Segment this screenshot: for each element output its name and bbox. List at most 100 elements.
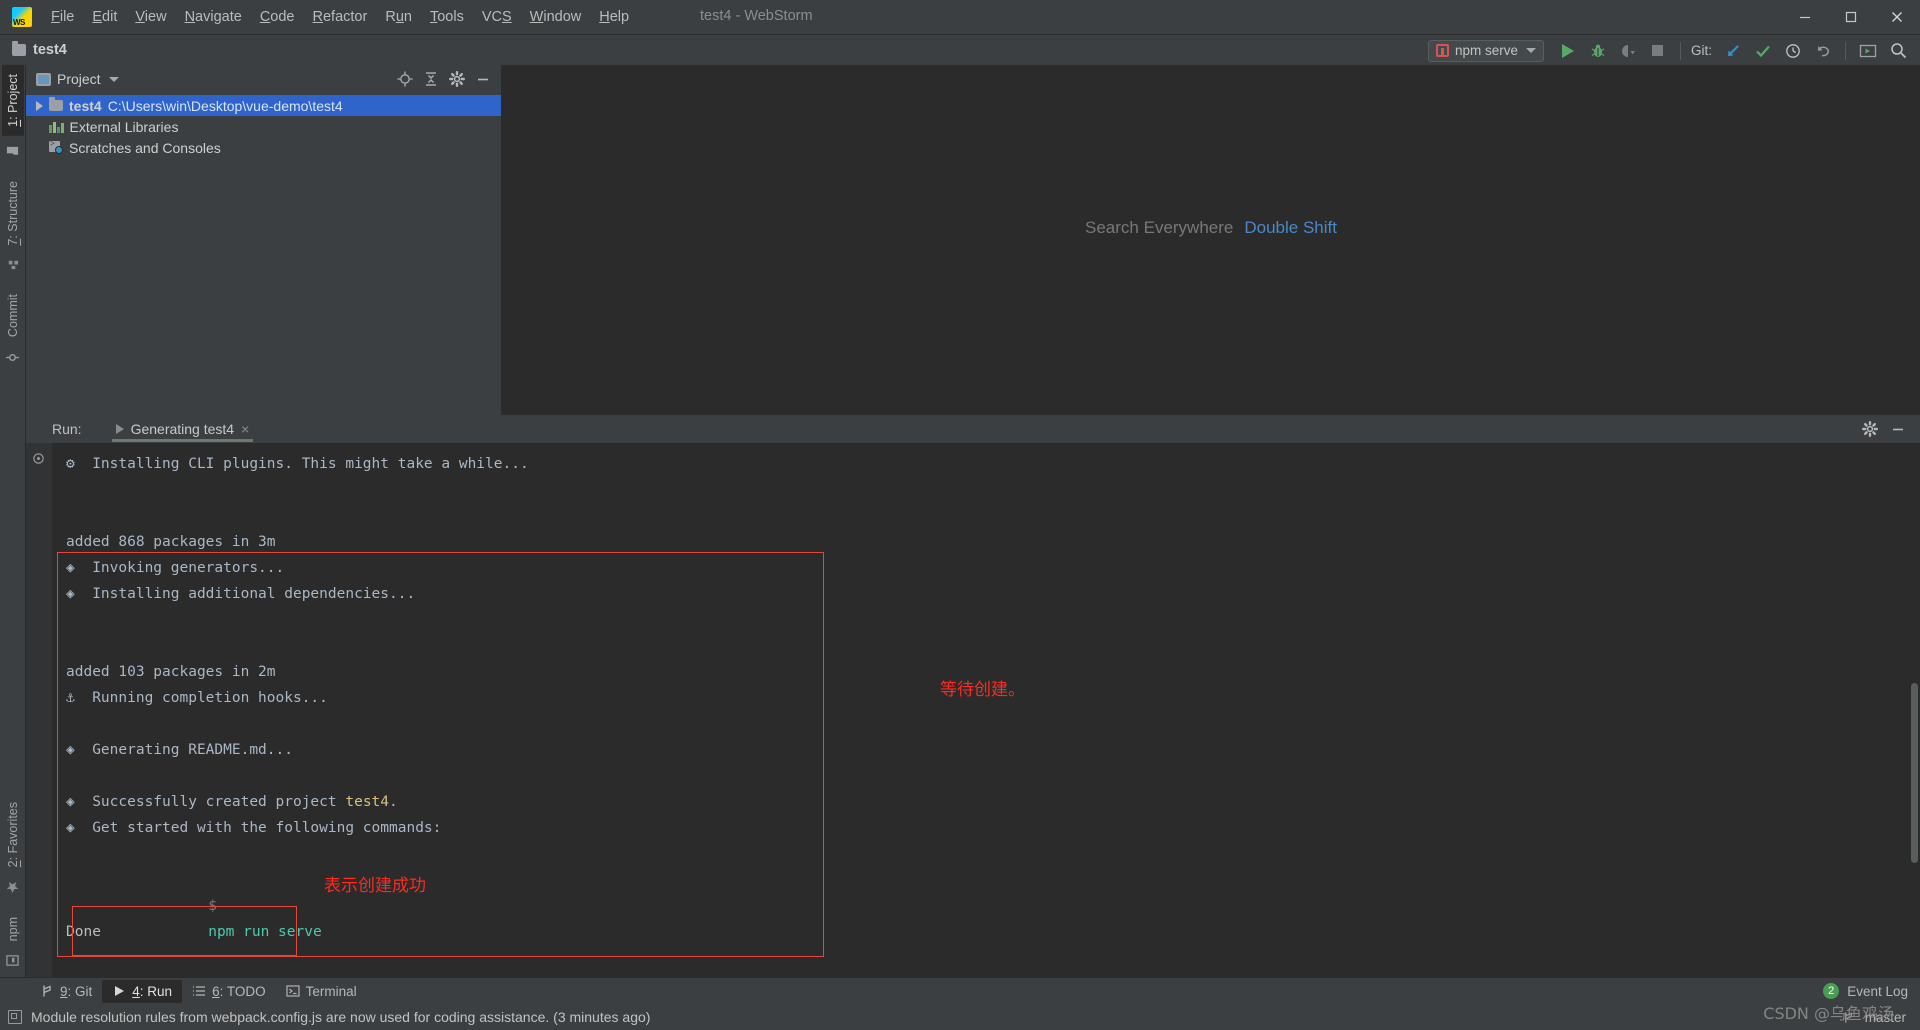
console-success-project: test4 [345,794,390,810]
maximize-button[interactable] [1828,0,1874,34]
toolbar-divider [1679,41,1681,60]
sidebar-item-project[interactable]: 1: Project [1,65,24,136]
sidebar-item-structure[interactable]: 7: Structure [2,172,24,255]
sidebar-item-favorites[interactable]: 2: Favorites [2,793,24,876]
search-everywhere-hint-text: Search Everywhere [1085,218,1234,237]
tool-button-run[interactable]: 4: Run [102,979,183,1003]
project-panel-header: Project [26,65,501,93]
run-configuration-selector[interactable]: npm serve [1427,39,1544,62]
menu-item-window[interactable]: Window [521,6,591,28]
console-line: ◈ Invoking generators... [66,560,285,576]
window-controls [1782,0,1920,34]
menu-item-edit[interactable]: Edit [83,6,126,28]
chevron-down-icon[interactable] [108,76,119,82]
scratches-icon [49,139,63,154]
run-hide-button[interactable] [1886,418,1910,440]
sidebar-item-commit[interactable]: Commit [2,285,24,346]
event-log-area[interactable]: 2 Event Log [1823,983,1920,999]
event-log-badge: 2 [1823,983,1840,999]
search-everywhere-button[interactable] [1884,38,1912,64]
tree-item-external-libraries-label: External Libraries [69,118,179,135]
star-icon [6,881,19,893]
git-update-button[interactable] [1719,38,1747,64]
chevron-down-icon [1525,48,1536,53]
menu-item-navigate[interactable]: Navigate [176,6,251,28]
console-line: ◈ Installing additional dependencies... [66,586,416,602]
collapse-all-button[interactable] [419,68,443,90]
sidebar-item-favorites-label: 2: Favorites [5,802,20,868]
git-commit-button[interactable] [1749,38,1777,64]
menu-item-view[interactable]: View [126,6,175,28]
tool-button-todo[interactable]: 6: TODO [182,980,276,1003]
git-branch-label[interactable]: master [1865,1010,1906,1025]
close-button[interactable] [1874,0,1920,34]
console-gutter [26,443,52,977]
chevron-right-icon[interactable] [36,100,43,111]
menu-item-run[interactable]: Run [376,6,421,28]
project-tool-window: Project test4 C:\Users\win\Desktop\vue-d… [26,65,501,415]
console-line: ⚙ Installing CLI plugins. This might tak… [66,456,529,472]
undo-icon [1817,45,1829,56]
console-prompt: $ [208,898,217,914]
git-label: Git: [1690,43,1712,58]
console-command: npm run serve [208,924,322,940]
run-window-label: Run: [52,421,82,437]
breadcrumb[interactable]: test4 [33,42,67,58]
menu-item-refactor[interactable]: Refactor [304,6,377,28]
select-opened-file-button[interactable] [393,68,417,90]
run-button[interactable] [1554,38,1582,64]
hide-panel-button[interactable] [471,68,495,90]
console-output[interactable]: ⚙ Installing CLI plugins. This might tak… [26,443,1920,977]
minimize-icon [1893,428,1903,431]
webstorm-logo-icon [12,7,32,27]
menu-item-file[interactable]: File [42,6,83,28]
git-history-button[interactable] [1779,38,1807,64]
run-tab-generating-test4[interactable]: Generating test4 × [108,415,258,443]
console-line: ◈ Generating README.md... [66,742,293,758]
menu-item-help[interactable]: Help [590,6,638,28]
menu-item-vcs[interactable]: VCS [473,6,521,28]
run-configuration-label: npm serve [1454,43,1518,58]
stop-button[interactable] [1644,38,1672,64]
tree-item-test4[interactable]: test4 C:\Users\win\Desktop\vue-demo\test… [26,95,501,116]
menu-item-tools[interactable]: Tools [421,6,473,28]
settings-button[interactable] [445,68,469,90]
tool-button-terminal[interactable]: Terminal [276,980,367,1003]
terminal-icon [286,985,300,997]
tool-button-git[interactable]: 9: Git [30,980,102,1003]
main-content: 1: Project 7: Structure Commit 2: Favori… [0,65,1920,977]
gear-icon [1862,421,1878,437]
editor-area[interactable]: Search Everywhere Double Shift [501,65,1920,415]
console-line: added 868 packages in 3m [66,534,276,550]
minimize-button[interactable] [1782,0,1828,34]
search-everywhere-hint: Search Everywhere Double Shift [1085,218,1337,238]
tree-item-test4-path: C:\Users\win\Desktop\vue-demo\test4 [107,97,343,114]
navigation-bar: test4 npm serve Git: [0,34,1920,65]
tool-button-terminal-label: Terminal [305,983,357,999]
console-scrollbar[interactable] [1911,683,1918,863]
run-with-coverage-button[interactable] [1614,38,1642,64]
git-rollback-button[interactable] [1809,38,1837,64]
gear-icon [449,71,465,87]
stop-icon [1652,45,1664,56]
tree-item-scratches[interactable]: Scratches and Consoles [26,137,501,158]
tree-item-external-libraries[interactable]: External Libraries [26,116,501,137]
menu-item-code[interactable]: Code [251,6,304,28]
folder-icon [49,97,63,111]
run-settings-button[interactable] [1858,418,1882,440]
debug-button[interactable] [1584,38,1612,64]
event-log-label[interactable]: Event Log [1847,984,1908,999]
sidebar-item-npm[interactable]: npm [2,908,24,950]
tool-button-git-label: 9: Git [60,983,93,999]
notification-icon[interactable] [8,1010,22,1024]
rerun-icon[interactable] [32,452,45,465]
terminal-button[interactable] [1854,38,1882,64]
console-line: ◈ Get started with the following command… [66,820,442,836]
sidebar-item-npm-label: npm [5,916,20,941]
structure-icon [8,261,19,270]
close-icon[interactable]: × [241,421,249,437]
tree-item-test4-label: test4 [69,97,102,114]
